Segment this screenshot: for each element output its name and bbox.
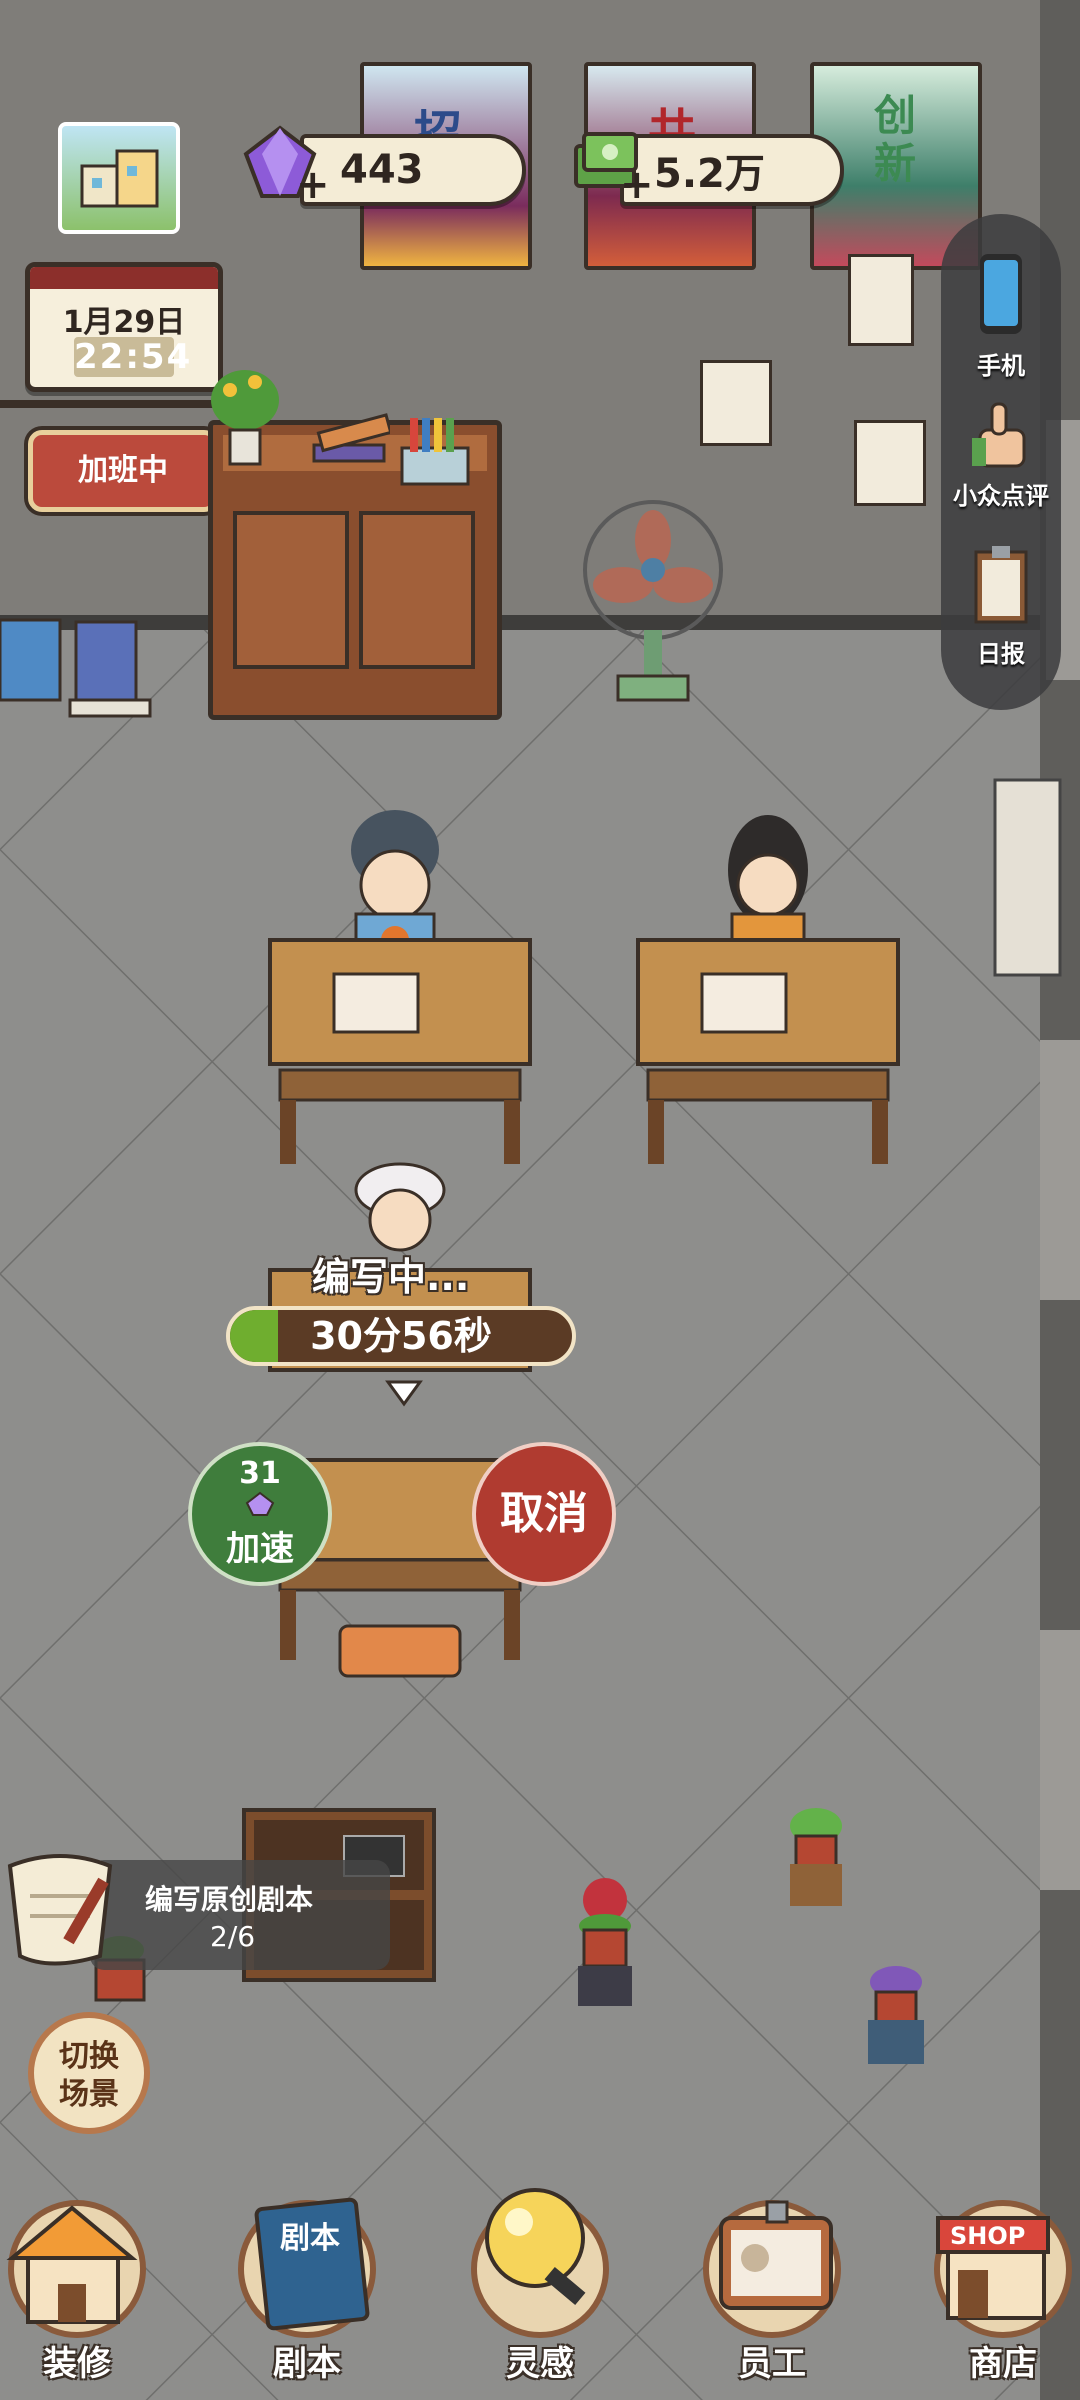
nav-label-shop: 商店 — [969, 2344, 1037, 2384]
speedup-button[interactable]: 31 加速 — [188, 1442, 332, 1586]
gem-counter[interactable]: 443 — [300, 134, 526, 206]
writing-progress-bar: 30分56秒 — [226, 1306, 576, 1366]
id-badge-icon — [719, 2200, 833, 2310]
wall-note-3 — [854, 420, 926, 506]
clipboard-icon — [974, 546, 1028, 624]
nav-label-inspiration: 灵感 — [506, 2344, 574, 2384]
money-counter[interactable]: 5.2万 — [620, 134, 844, 206]
house-icon — [6, 2205, 138, 2324]
sidebar-item-review[interactable]: 小众点评 — [941, 390, 1061, 511]
building-thumbnail[interactable] — [58, 122, 180, 234]
phone-icon — [980, 254, 1022, 334]
switch-scene-line-2: 场景 — [59, 2077, 119, 2112]
sidebar-label-phone: 手机 — [977, 352, 1025, 380]
timer-text: 30分56秒 — [310, 1314, 492, 1358]
gem-add-button[interactable]: + — [296, 165, 330, 205]
nav-item-script[interactable]: 剧本 剧本 — [232, 2168, 382, 2400]
lightbulb-icon — [485, 2188, 586, 2305]
desk-1[interactable] — [260, 790, 560, 1170]
shop-sign-text: SHOP — [950, 2222, 1025, 2250]
nav-label-staff: 员工 — [738, 2344, 806, 2384]
sidebar-item-daily-report[interactable]: 日报 — [941, 542, 1061, 669]
wall-note-2 — [700, 360, 772, 446]
overtime-badge[interactable]: 加班中 — [28, 430, 218, 512]
task-progress: 2/6 — [210, 1920, 256, 1953]
nav-item-shop[interactable]: SHOP 商店 — [928, 2168, 1078, 2400]
bottom-navigation: 装修 剧本 剧本 灵感 员工 SHOP 商店 — [0, 2168, 1080, 2400]
money-count: 5.2万 — [654, 151, 765, 197]
game-scene: 招 共 创新 443 + 5.2万 + 1月29日 22:54 加班中 — [0, 0, 1080, 2400]
nav-item-staff[interactable]: 员工 — [697, 2168, 847, 2400]
scroll-icon — [7, 1854, 113, 1966]
task-title: 编写原创剧本 — [145, 1883, 314, 1916]
nav-item-decorate[interactable]: 装修 — [2, 2168, 152, 2400]
rose-plant-icon — [578, 1878, 632, 2006]
gem-icon — [245, 1491, 275, 1516]
gem-count: 443 — [340, 147, 424, 193]
speedup-cost: 31 — [239, 1456, 281, 1491]
nav-label-decorate: 装修 — [43, 2344, 111, 2384]
building-icon — [80, 149, 159, 208]
task-tracker[interactable]: 编写原创剧本 2/6 — [90, 1860, 390, 1970]
sidebar-label-review: 小众点评 — [953, 482, 1049, 510]
nav-item-inspiration[interactable]: 灵感 — [465, 2168, 615, 2400]
sidebar-label-daily-report: 日报 — [977, 640, 1025, 668]
purple-plant-icon — [868, 1966, 924, 2064]
speedup-label: 加速 — [226, 1529, 294, 1569]
cancel-button[interactable]: 取消 — [472, 1442, 616, 1586]
date-clock: 1月29日 22:54 — [25, 262, 223, 392]
pointer-down-icon — [385, 1380, 423, 1407]
sidebar-item-phone[interactable]: 手机 — [941, 250, 1061, 381]
money-add-button[interactable]: + — [620, 165, 654, 205]
succulent-icon — [790, 1808, 842, 1906]
book-organizer-icon — [400, 418, 470, 486]
book-pile-icon — [0, 618, 152, 718]
books-stack-icon — [312, 413, 390, 463]
fan-icon — [583, 500, 723, 702]
shop-icon: SHOP — [936, 2216, 1050, 2320]
desk-2[interactable] — [628, 790, 928, 1170]
calendar-header — [30, 267, 218, 289]
writing-status: 编写中... — [312, 1255, 470, 1299]
side-menu: 手机 小众点评 日报 — [941, 214, 1061, 710]
nav-label-script: 剧本 — [273, 2344, 341, 2384]
sign-rod — [0, 400, 215, 408]
switch-scene-button[interactable]: 切换 场景 — [28, 2012, 150, 2134]
thumbs-up-icon — [972, 402, 1026, 468]
plant-icon — [211, 370, 279, 466]
script-book-title: 剧本 — [280, 2221, 340, 2256]
desk-3[interactable] — [260, 1160, 560, 1720]
wall-note-1 — [848, 254, 914, 346]
clock-date: 1月29日 — [62, 305, 186, 340]
switch-scene-line-1: 切换 — [59, 2039, 119, 2074]
script-book-icon: 剧本 — [254, 2197, 370, 2331]
clock-time: 22:54 — [74, 337, 193, 377]
